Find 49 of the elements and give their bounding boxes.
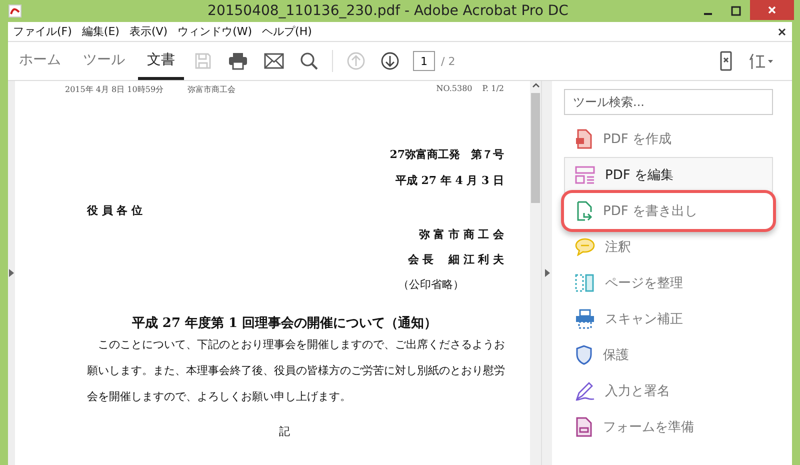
tool-item[interactable]: スキャン補正 bbox=[564, 301, 773, 337]
tab[interactable]: ツール bbox=[74, 42, 134, 80]
fax-header-text: NO.5380 bbox=[436, 84, 472, 95]
tool-search-field[interactable]: ツール検索... bbox=[564, 89, 773, 115]
fax-header-text: P. 1/2 bbox=[482, 84, 504, 95]
fax-header-text: 弥富市商工会 bbox=[188, 84, 236, 95]
close-button[interactable] bbox=[750, 0, 794, 20]
document-title: 平成 27 年度第 1 回理事会の開催について（通知） bbox=[132, 314, 438, 332]
page-count: / 2 bbox=[441, 54, 456, 68]
document-icon bbox=[575, 129, 593, 149]
menu-item[interactable]: 編集(E) bbox=[76, 24, 124, 39]
app-icon bbox=[8, 4, 22, 18]
menu-item[interactable]: 表示(V) bbox=[124, 24, 173, 39]
tool-item[interactable]: 保護 bbox=[564, 337, 773, 373]
close-icon bbox=[767, 5, 777, 15]
menu-item[interactable]: ファイル(F) bbox=[8, 24, 77, 39]
scroll-thumb[interactable] bbox=[531, 93, 540, 203]
scanner-icon bbox=[575, 309, 595, 329]
document-arrow-icon bbox=[575, 201, 593, 221]
signature-pen-icon bbox=[575, 381, 595, 401]
maximize-icon[interactable] bbox=[731, 6, 741, 16]
collapse-panel-icon[interactable] bbox=[544, 269, 550, 277]
tool-item[interactable]: ページを整理 bbox=[564, 265, 773, 301]
seal-note: （公印省略） bbox=[398, 277, 464, 292]
layout-icon bbox=[575, 165, 595, 185]
fax-header-text: 2015年 4月 8日 10時59分 bbox=[65, 84, 164, 95]
pages-icon bbox=[575, 273, 595, 293]
tool-item[interactable]: PDF を書き出し bbox=[564, 193, 773, 229]
tool-item[interactable]: PDF を編集 bbox=[564, 157, 773, 193]
speech-bubble-icon bbox=[575, 238, 595, 256]
tool-item[interactable]: フォームを準備 bbox=[564, 409, 773, 445]
window-title: 20150408_110136_230.pdf - Adobe Acrobat Pro DC bbox=[206, 3, 570, 19]
tool-item[interactable]: 注釈 bbox=[564, 229, 773, 265]
page-number-field[interactable]: 1 bbox=[413, 51, 435, 71]
scrollbar[interactable] bbox=[530, 81, 541, 465]
document-date: 平成 27 年 4 月 3 日 bbox=[395, 173, 504, 188]
sender-text: 弥 富 市 商 工 会 bbox=[418, 227, 504, 242]
form-document-icon bbox=[575, 417, 593, 437]
document-text: 記 bbox=[279, 424, 290, 439]
document-number: 27弥富商工発 第７号 bbox=[390, 147, 504, 162]
sender-text: 会 長 細 江 利 夫 bbox=[408, 252, 504, 267]
shield-icon bbox=[575, 345, 593, 365]
menu-item[interactable]: ヘルプ(H) bbox=[257, 24, 317, 39]
tool-item[interactable]: 入力と署名 bbox=[564, 373, 773, 409]
tool-item[interactable]: PDF を作成 bbox=[564, 121, 773, 157]
addressee-text: 役 員 各 位 bbox=[87, 203, 144, 218]
document-paragraph: このことについて、下記のとおり理事会を開催しますので、ご出席くださるようお願いします。また、本理事会終了後、役員の皆様方のご労苦に対し別紙のとおり慰労会を開催しますので、よろしくお願い申し上げます。 bbox=[87, 337, 506, 405]
menu-item[interactable]: ウィンドウ(W) bbox=[172, 24, 258, 39]
tab[interactable]: ホーム bbox=[10, 42, 70, 80]
